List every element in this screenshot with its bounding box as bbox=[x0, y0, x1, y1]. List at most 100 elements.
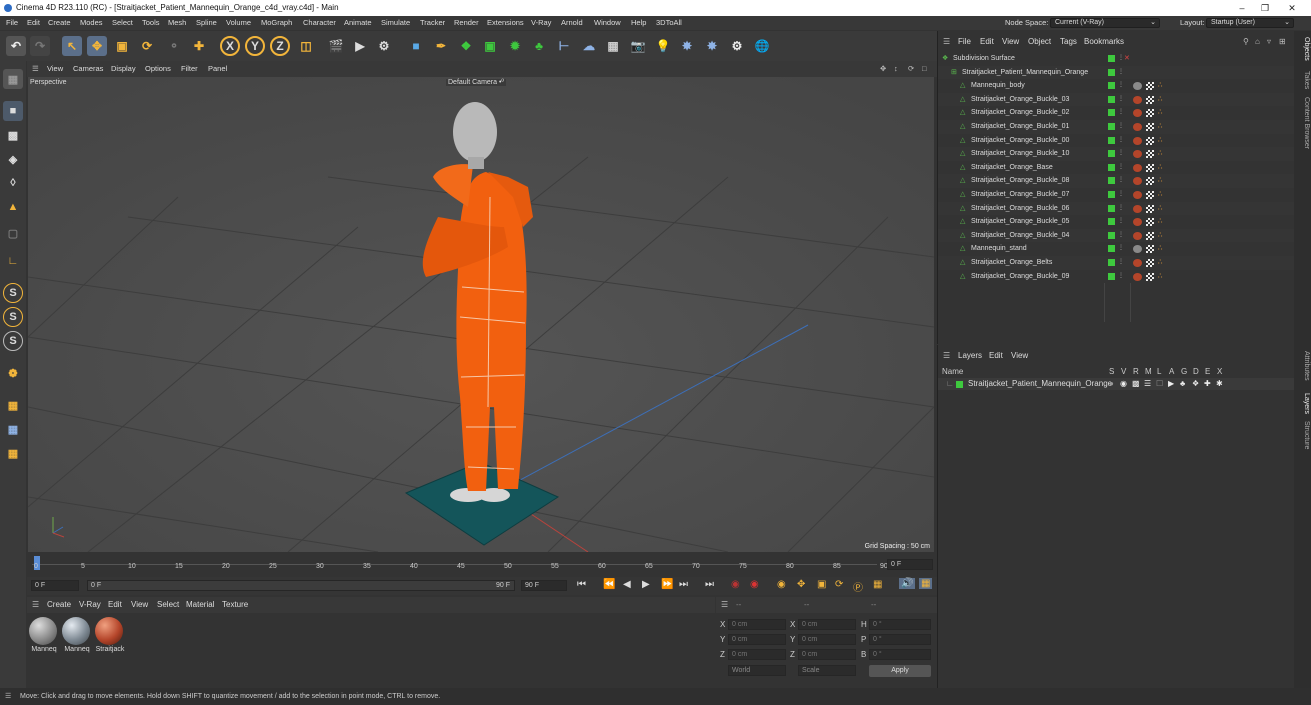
object-row[interactable]: △ Straitjacket_Orange_Buckle_02 ⋮ ∴ bbox=[938, 106, 1295, 120]
layer-color-swatch[interactable] bbox=[1108, 95, 1115, 103]
object-row[interactable]: △ Straitjacket_Orange_Buckle_04 ⋮ ∴ bbox=[938, 228, 1295, 243]
node-space-dropdown[interactable]: Current (V-Ray) ⌄ bbox=[1050, 18, 1160, 28]
menu-modes[interactable]: Modes bbox=[80, 16, 103, 30]
selection-tag-icon[interactable]: ∴ bbox=[1158, 106, 1162, 120]
selection-tag-icon[interactable]: ∴ bbox=[1158, 120, 1162, 134]
uvw-tag-icon[interactable] bbox=[1146, 218, 1154, 227]
model-mode-icon[interactable]: ■ bbox=[3, 101, 23, 121]
rot-b-field[interactable]: 0 ° bbox=[869, 649, 931, 660]
prev-key-icon[interactable]: ⏪ bbox=[603, 579, 615, 590]
mat-menu-select[interactable]: Select bbox=[157, 597, 179, 613]
redo-icon[interactable]: ↷ bbox=[30, 36, 50, 56]
menu-edit[interactable]: Edit bbox=[27, 16, 40, 30]
vp-menu-display[interactable]: Display bbox=[111, 61, 136, 77]
vp-menu-panel[interactable]: Panel bbox=[208, 61, 227, 77]
undo-icon[interactable]: ↶ bbox=[6, 36, 26, 56]
selection-tag-icon[interactable]: ∴ bbox=[1158, 161, 1162, 175]
uvw-tag-icon[interactable] bbox=[1146, 95, 1154, 104]
tab-takes[interactable]: Takes bbox=[1295, 71, 1310, 89]
play-icon[interactable]: ▶ bbox=[642, 579, 650, 590]
apply-button[interactable]: Apply bbox=[869, 665, 931, 677]
visibility-dots-icon[interactable]: ⋮ bbox=[1118, 229, 1124, 243]
object-row[interactable]: ⊞ Straitjacket_Patient_Mannequin_Orange ⋮ bbox=[938, 65, 1295, 80]
home-icon[interactable]: ⌂ bbox=[1255, 35, 1260, 49]
visibility-dots-icon[interactable]: ⋮ bbox=[1118, 270, 1124, 284]
uv-mode-icon[interactable]: ▢ bbox=[3, 223, 23, 243]
key-rotation-icon[interactable]: ⟳ bbox=[835, 579, 843, 590]
timeline-window-icon[interactable]: ▦ bbox=[919, 578, 933, 589]
visibility-dots-icon[interactable]: ⋮ bbox=[1118, 66, 1124, 80]
size-z-field[interactable]: 0 cm bbox=[798, 649, 856, 660]
extrude-icon[interactable]: ▣ bbox=[480, 36, 500, 56]
layer-color-swatch[interactable] bbox=[1108, 150, 1115, 158]
pos-z-field[interactable]: 0 cm bbox=[728, 649, 786, 660]
uvw-tag-icon[interactable] bbox=[1146, 136, 1154, 145]
size-y-field[interactable]: 0 cm bbox=[798, 634, 856, 645]
material-tag-icon[interactable] bbox=[1133, 163, 1142, 172]
object-row[interactable]: △ Mannequin_body ⋮ ∴ bbox=[938, 79, 1295, 93]
material-tag-icon[interactable] bbox=[1133, 218, 1142, 227]
move-view-icon[interactable]: ✥ bbox=[880, 61, 886, 77]
move-tool-icon[interactable]: ✥ bbox=[87, 36, 107, 56]
uvw-tag-icon[interactable] bbox=[1146, 231, 1154, 240]
layer-color-swatch[interactable] bbox=[1108, 136, 1115, 144]
key-pla-icon[interactable]: ▦ bbox=[873, 579, 882, 590]
loop-icon[interactable]: ⏭ bbox=[705, 579, 714, 590]
snap-settings-icon[interactable]: S bbox=[3, 307, 23, 327]
selection-tag-icon[interactable]: ∴ bbox=[1158, 215, 1162, 229]
tab-structure[interactable]: Structure bbox=[1295, 421, 1310, 449]
uvw-tag-icon[interactable] bbox=[1146, 150, 1154, 159]
menu-help[interactable]: Help bbox=[631, 16, 646, 30]
material-tag-icon[interactable] bbox=[1133, 136, 1142, 145]
mat-menu-vray[interactable]: V-Ray bbox=[79, 597, 101, 613]
menu-spline[interactable]: Spline bbox=[196, 16, 217, 30]
object-row[interactable]: △ Straitjacket_Orange_Buckle_10 ⋮ ∴ bbox=[938, 147, 1295, 161]
polygons-mode-icon[interactable]: ▲ bbox=[3, 197, 23, 217]
material-swatch[interactable]: Manneq bbox=[62, 617, 92, 653]
selection-tag-icon[interactable]: ∴ bbox=[1158, 147, 1162, 161]
viewport[interactable]: Perspective Default Camera •º Grid Spaci… bbox=[28, 77, 934, 552]
next-frame-icon[interactable]: ⏩ bbox=[661, 579, 673, 590]
array-icon[interactable]: ✹ bbox=[505, 36, 525, 56]
menu-3dtoall[interactable]: 3DToAll bbox=[656, 16, 682, 30]
material-tag-icon[interactable] bbox=[1133, 191, 1142, 199]
uvw-tag-icon[interactable] bbox=[1146, 123, 1154, 131]
expressions-icon[interactable]: ✚ bbox=[1204, 378, 1211, 390]
layer-color-swatch[interactable] bbox=[1108, 272, 1115, 280]
visibility-dots-icon[interactable]: ⋮ bbox=[1118, 147, 1124, 161]
keyframe-icon[interactable]: ◉ bbox=[777, 579, 786, 590]
pen-icon[interactable]: ✒ bbox=[431, 36, 451, 56]
visibility-dots-icon[interactable]: ⋮ bbox=[1118, 202, 1124, 216]
object-row[interactable]: △ Straitjacket_Orange_Belts ⋮ ∴ bbox=[938, 256, 1295, 270]
mat-menu-view[interactable]: View bbox=[131, 597, 148, 613]
timeline-ruler[interactable]: 0 5 10 15 20 25 30 35 40 45 50 55 60 65 70 75 80 85 90 0 F bbox=[27, 553, 937, 577]
manager-icon[interactable]: ☰ bbox=[1144, 378, 1151, 390]
zoom-view-icon[interactable]: ↕ bbox=[894, 61, 898, 77]
layer-color-swatch[interactable] bbox=[1108, 218, 1115, 226]
visibility-dots-icon[interactable]: ⋮ bbox=[1118, 161, 1124, 175]
cube-icon[interactable]: ■ bbox=[406, 36, 426, 56]
close-icon[interactable]: ✕ bbox=[1280, 0, 1304, 16]
uvw-tag-icon[interactable] bbox=[1146, 109, 1154, 118]
current-frame-field[interactable]: 0 F bbox=[887, 559, 933, 570]
visibility-dots-icon[interactable]: ⋮ bbox=[1118, 215, 1124, 229]
python-icon[interactable]: ✸ bbox=[677, 36, 697, 56]
workplane-snap-icon[interactable]: S bbox=[3, 331, 23, 351]
menu-render[interactable]: Render bbox=[454, 16, 479, 30]
hamburger-icon[interactable]: ☰ bbox=[721, 597, 728, 613]
timeline-track[interactable] bbox=[32, 555, 877, 565]
selection-tag-icon[interactable]: ∴ bbox=[1158, 202, 1162, 216]
hamburger-icon[interactable]: ☰ bbox=[32, 61, 39, 77]
y-axis-icon[interactable]: Y bbox=[245, 36, 265, 56]
layer-color-swatch[interactable] bbox=[1108, 191, 1115, 198]
generators-icon[interactable]: ♣ bbox=[1180, 378, 1185, 390]
motion-icon[interactable]: 🔊 bbox=[899, 578, 916, 589]
uvw-tag-icon[interactable] bbox=[1146, 272, 1154, 281]
deformer-icon[interactable]: ⊢ bbox=[554, 36, 574, 56]
rotate-view-icon[interactable]: ⟳ bbox=[908, 61, 914, 77]
select-tool-icon[interactable]: ↖ bbox=[62, 36, 82, 56]
uvw-tag-icon[interactable] bbox=[1146, 204, 1154, 213]
size-x-field[interactable]: 0 cm bbox=[798, 619, 856, 630]
layer-color-swatch[interactable] bbox=[1108, 231, 1115, 239]
pos-x-field[interactable]: 0 cm bbox=[728, 619, 786, 630]
